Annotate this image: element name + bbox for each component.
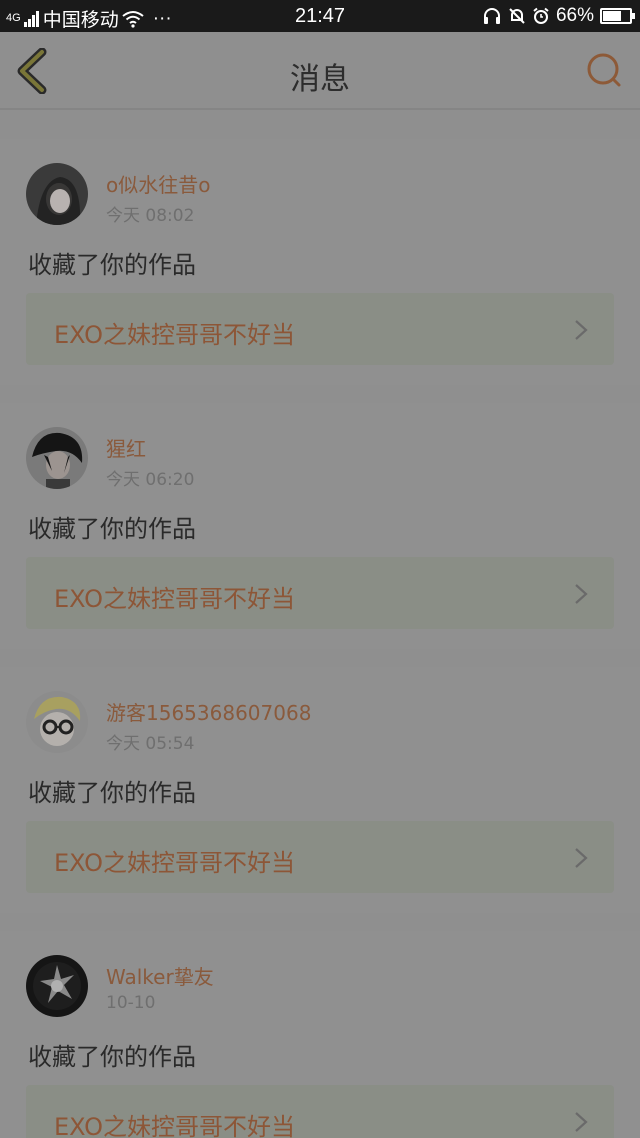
message-time: 10-10 bbox=[106, 993, 156, 1013]
message-card: 猩红 今天 06:20 收藏了你的作品 EXO之妹控哥哥不好当 bbox=[0, 403, 640, 649]
message-action: 收藏了你的作品 bbox=[28, 515, 196, 543]
message-action: 收藏了你的作品 bbox=[28, 779, 196, 807]
chevron-right-icon bbox=[575, 584, 588, 604]
avatar[interactable] bbox=[26, 163, 88, 225]
message-time: 今天 06:20 bbox=[106, 470, 195, 490]
username[interactable]: Walker挚友 bbox=[106, 961, 214, 990]
message-time: 今天 05:54 bbox=[106, 734, 195, 754]
battery-level bbox=[603, 11, 622, 21]
message-card: Walker挚友 10-10 收藏了你的作品 EXO之妹控哥哥不好当 bbox=[0, 931, 640, 1138]
message-card: 游客1565368607068 今天 05:54 收藏了你的作品 EXO之妹控哥… bbox=[0, 667, 640, 913]
work-link[interactable]: EXO之妹控哥哥不好当 bbox=[26, 293, 614, 365]
work-title: EXO之妹控哥哥不好当 bbox=[54, 585, 295, 613]
work-title: EXO之妹控哥哥不好当 bbox=[54, 321, 295, 349]
username[interactable]: 猩红 bbox=[106, 433, 146, 462]
status-bar: 4G 中国移动 ··· 21:47 66% bbox=[0, 0, 640, 32]
status-right: 66% bbox=[482, 5, 635, 27]
avatar[interactable] bbox=[26, 955, 88, 1017]
headset-icon bbox=[483, 8, 500, 24]
chevron-right-icon bbox=[575, 320, 588, 340]
message-time: 今天 08:02 bbox=[106, 206, 195, 226]
work-title: EXO之妹控哥哥不好当 bbox=[54, 849, 295, 877]
battery-icon bbox=[600, 8, 635, 24]
work-link[interactable]: EXO之妹控哥哥不好当 bbox=[26, 1085, 614, 1138]
navigation-bar: 消息 bbox=[0, 32, 640, 110]
work-title: EXO之妹控哥哥不好当 bbox=[54, 1113, 295, 1138]
bell-muted-icon bbox=[509, 8, 525, 24]
chevron-right-icon bbox=[575, 1112, 588, 1132]
avatar[interactable] bbox=[26, 691, 88, 753]
page-title: 消息 bbox=[290, 62, 350, 97]
message-card: o似水往昔o 今天 08:02 收藏了你的作品 EXO之妹控哥哥不好当 bbox=[0, 139, 640, 385]
username[interactable]: o似水往昔o bbox=[106, 169, 210, 198]
chevron-right-icon bbox=[575, 848, 588, 868]
message-action: 收藏了你的作品 bbox=[28, 1043, 196, 1071]
battery-percent: 66% bbox=[555, 5, 594, 26]
work-link[interactable]: EXO之妹控哥哥不好当 bbox=[26, 821, 614, 893]
work-link[interactable]: EXO之妹控哥哥不好当 bbox=[26, 557, 614, 629]
avatar[interactable] bbox=[26, 427, 88, 489]
alarm-icon bbox=[533, 7, 549, 24]
search-icon[interactable] bbox=[584, 50, 624, 90]
username[interactable]: 游客1565368607068 bbox=[106, 697, 311, 726]
message-action: 收藏了你的作品 bbox=[28, 251, 196, 279]
